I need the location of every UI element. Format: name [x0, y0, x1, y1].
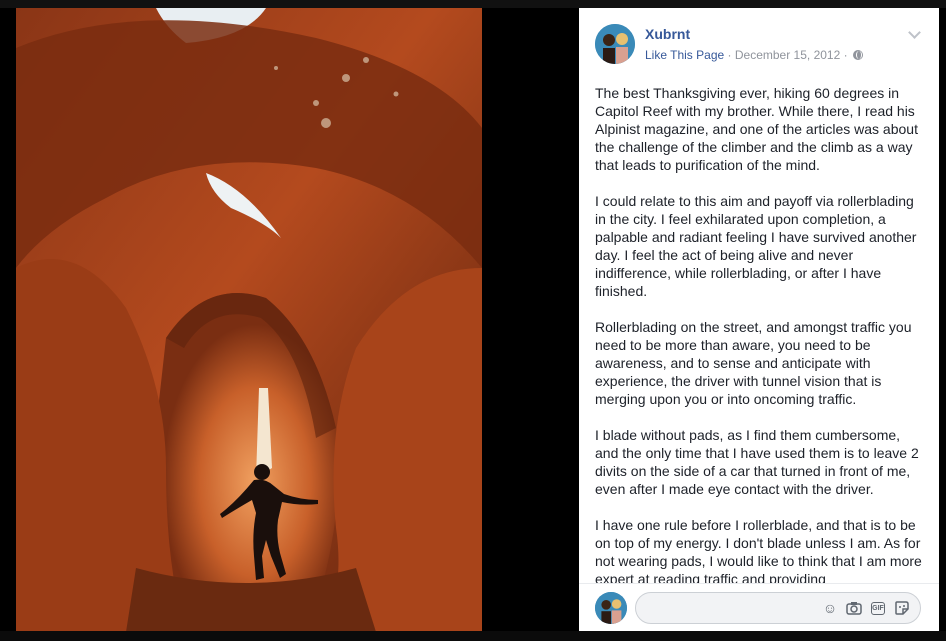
chevron-down-icon[interactable] [908, 26, 921, 39]
commenter-avatar [595, 592, 627, 624]
like-page-link[interactable]: Like This Page [645, 48, 724, 62]
canyon-photo[interactable] [16, 8, 482, 632]
post-paragraph: The best Thanksgiving ever, hiking 60 de… [595, 85, 918, 173]
post-paragraph: Rollerblading on the street, and amongst… [595, 319, 912, 407]
comment-bar: ☺ GIF [579, 583, 939, 633]
avatar-image [595, 24, 635, 64]
post-paragraph: I could relate to this aim and payoff vi… [595, 193, 917, 299]
sticker-icon[interactable] [894, 600, 910, 616]
top-backdrop [0, 0, 946, 8]
page-name-link[interactable]: Xubrnt [645, 26, 690, 42]
emoji-icon[interactable]: ☺ [822, 600, 838, 616]
comment-input[interactable] [646, 600, 820, 617]
comment-input-box[interactable]: ☺ GIF [635, 592, 921, 624]
post-panel: Xubrnt Like This Page · December 15, 201… [579, 8, 939, 633]
public-globe-icon [852, 50, 863, 60]
post-date[interactable]: December 15, 2012 [735, 48, 840, 62]
camera-icon[interactable] [846, 600, 862, 616]
post-paragraph: I have one rule before I rollerblade, an… [595, 517, 922, 584]
bottom-backdrop [0, 631, 946, 641]
gif-icon[interactable]: GIF [871, 602, 885, 615]
meta-separator: · [727, 48, 732, 62]
canyon-photo-art [16, 8, 482, 632]
post-body: The best Thanksgiving ever, hiking 60 de… [595, 84, 923, 584]
post-meta: Like This Page · December 15, 2012 · [645, 48, 863, 62]
commenter-avatar-image [595, 592, 627, 624]
post-paragraph: I blade without pads, as I find them cum… [595, 427, 919, 497]
meta-separator-2: · [843, 48, 848, 62]
page-avatar[interactable] [595, 24, 635, 64]
